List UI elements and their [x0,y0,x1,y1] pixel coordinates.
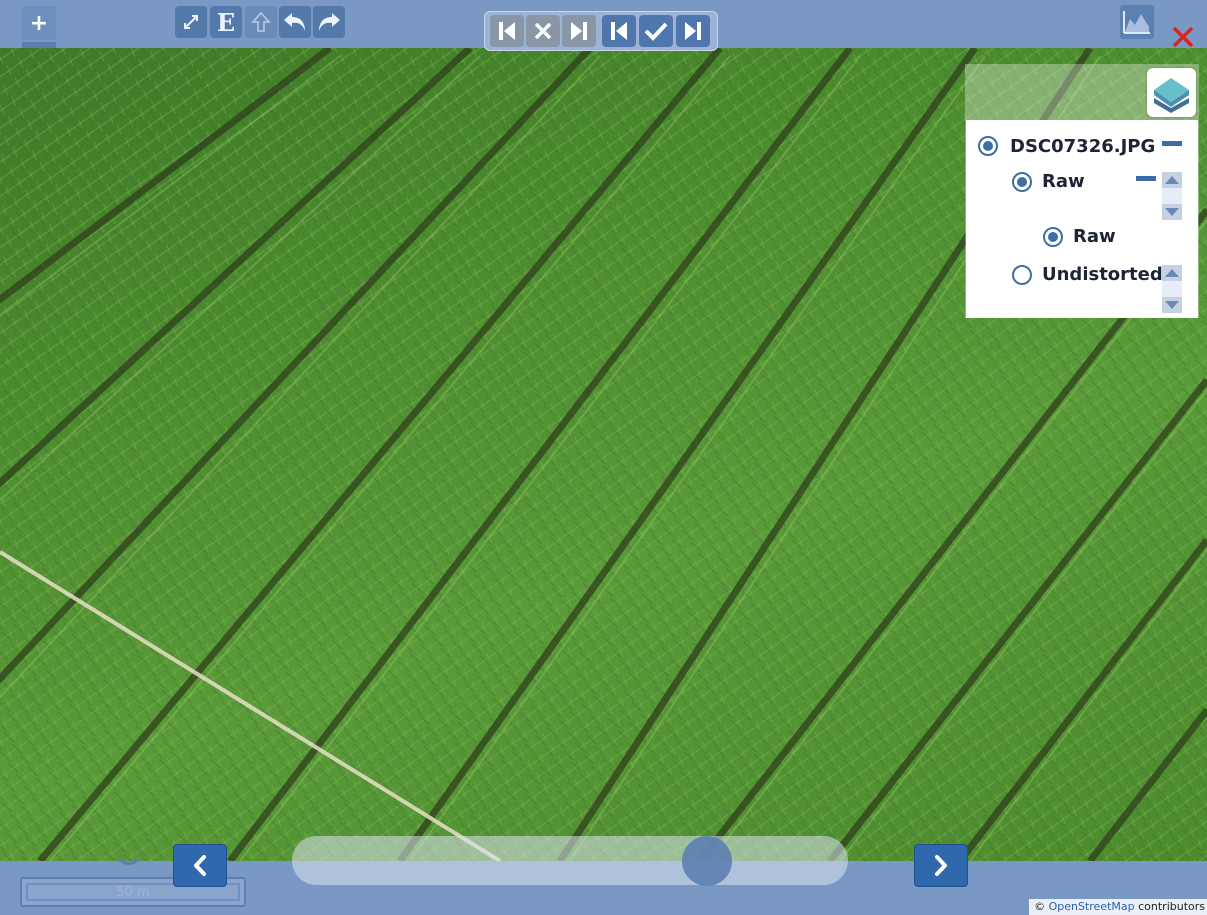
review-navigation-group [484,11,718,51]
skip-last-icon [685,22,701,40]
elevation-profile-button[interactable] [1120,5,1154,39]
layer-tree: DSC07326.JPG Raw Raw Undistorted [966,120,1198,318]
scale-marker-icon [118,858,140,865]
image-radio[interactable] [978,136,998,156]
previous-image-button[interactable] [173,844,227,887]
expand-arrows-icon [184,15,198,29]
group-raw-radio[interactable] [1012,172,1032,192]
option-undistorted-radio[interactable] [1012,265,1032,285]
upload-arrow-icon [251,11,271,32]
elevation-profile-icon [1123,11,1150,34]
accept-previous-button[interactable] [602,15,636,47]
accept-check-icon [644,22,668,41]
reject-previous-button[interactable] [490,15,524,47]
accept-next-button[interactable] [676,15,710,47]
group-order-scroller[interactable] [1162,172,1182,220]
move-down-icon[interactable] [1165,301,1179,309]
expand-button[interactable] [175,6,207,38]
zoom-in-button[interactable]: + [22,6,56,40]
move-down-icon[interactable] [1165,208,1179,216]
move-up-icon[interactable] [1165,269,1179,277]
reject-x-icon [534,22,552,40]
redo-button[interactable] [313,6,345,38]
option-raw-label: Raw [1073,226,1116,247]
skip-first-icon [611,22,627,40]
plus-icon: + [29,10,49,36]
scroller-track [1162,188,1182,204]
map-attribution: © OpenStreetMap contributors [1029,899,1207,915]
close-x-icon [1172,26,1194,48]
undo-button[interactable] [279,6,311,38]
close-button[interactable] [1168,22,1198,52]
slider-handle[interactable] [682,836,733,886]
openstreetmap-link[interactable]: OpenStreetMap [1049,900,1135,913]
reject-button[interactable] [526,15,560,47]
redo-icon [319,13,340,31]
edit-tools-group: E [175,6,347,40]
option-raw-radio[interactable] [1043,227,1063,247]
upload-button[interactable] [245,6,277,38]
chevron-left-icon [194,855,206,876]
undo-icon [284,13,305,31]
zoom-divider [22,42,56,48]
letter-e-icon: E [216,7,236,37]
move-up-icon[interactable] [1165,176,1179,184]
skip-last-icon [571,22,587,40]
layers-icon [1154,78,1189,113]
image-timeline-slider[interactable] [292,836,848,885]
option-order-scroller[interactable] [1162,265,1182,313]
attribution-suffix: contributors [1134,900,1205,913]
accept-button[interactable] [639,15,673,47]
image-name-label: DSC07326.JPG [1010,136,1156,157]
collapse-image-button[interactable] [1162,141,1182,146]
next-image-button[interactable] [914,844,968,887]
scroller-track [1162,281,1182,297]
edit-mode-button[interactable]: E [210,6,242,38]
chevron-right-icon [935,855,947,876]
option-undistorted-label: Undistorted [1042,264,1163,285]
reject-next-button[interactable] [562,15,596,47]
layer-switcher-button[interactable] [1147,68,1196,117]
copyright-symbol: © [1034,900,1046,913]
group-raw-label: Raw [1042,171,1085,192]
collapse-group-button[interactable] [1136,176,1156,181]
skip-first-icon [499,22,515,40]
